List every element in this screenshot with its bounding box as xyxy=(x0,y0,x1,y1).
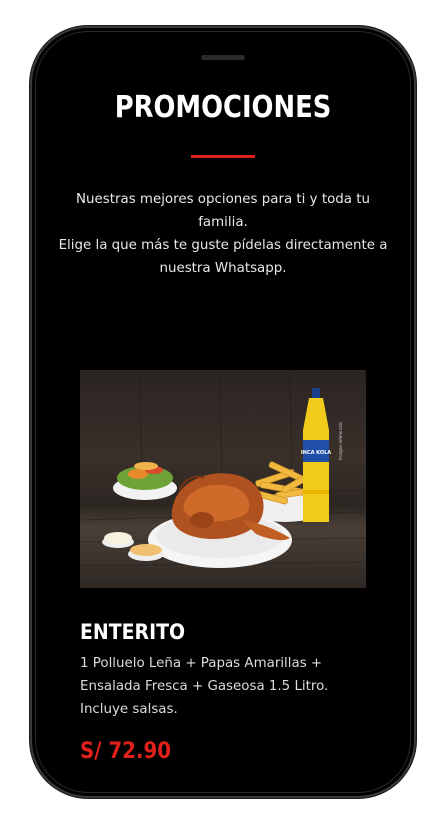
section-intro: Nuestras mejores opciones para ti y toda… xyxy=(58,188,388,280)
soda-bottle: INCA KOLA xyxy=(301,388,331,522)
promo-name: ENTERITO xyxy=(80,620,186,644)
image-caption: Imagen referencial xyxy=(338,422,343,460)
phone-frame: PROMOCIONES Nuestras mejores opciones pa… xyxy=(32,28,414,796)
phone-speaker xyxy=(201,55,245,60)
promo-image[interactable]: INCA KOLA Imagen referencial xyxy=(80,370,366,588)
promo-photo: INCA KOLA Imagen referencial xyxy=(80,370,366,568)
intro-line-2: Elige la que más te guste pídelas direct… xyxy=(58,238,388,276)
promo-price: S/ 72.90 xyxy=(80,739,172,764)
salad-bowl xyxy=(113,462,177,500)
title-underline xyxy=(191,155,255,158)
bottle-label: INCA KOLA xyxy=(301,450,331,456)
intro-line-1: Nuestras mejores opciones para ti y toda… xyxy=(76,192,370,230)
section-title: PROMOCIONES xyxy=(114,90,332,125)
promo-description: 1 Polluelo Leña + Papas Amarillas + Ensa… xyxy=(80,656,329,717)
